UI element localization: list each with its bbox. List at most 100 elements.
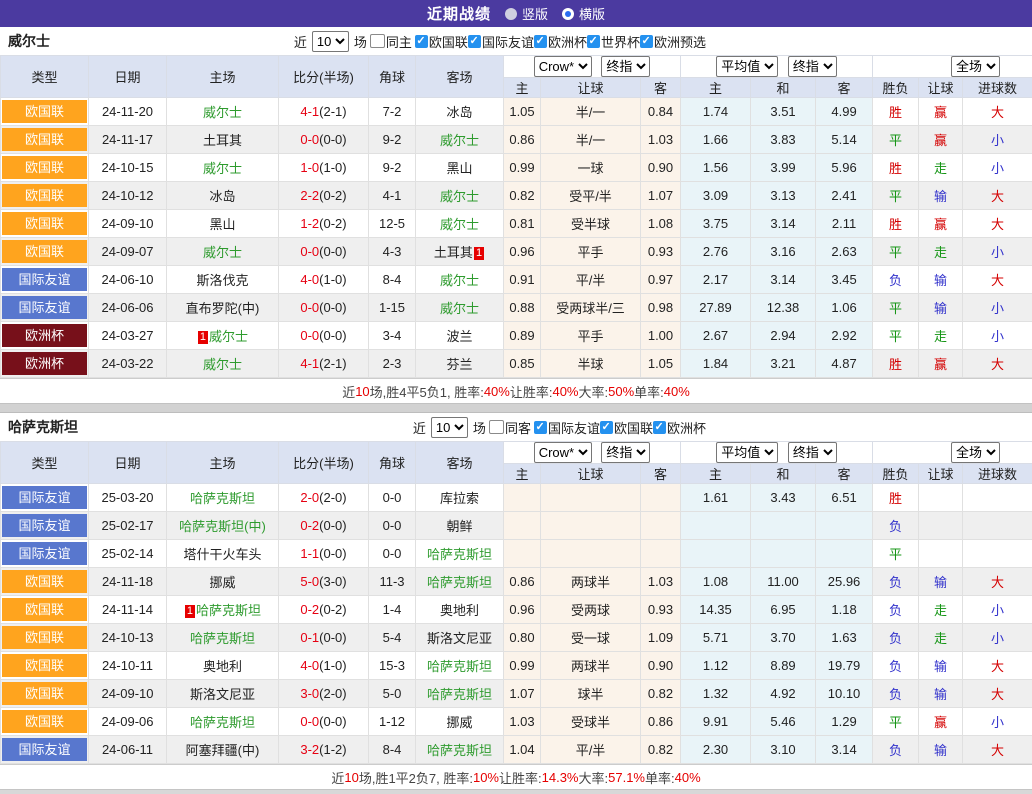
fulltime-score: 4-1 bbox=[300, 356, 319, 371]
radio-horizontal[interactable]: 横版 bbox=[562, 4, 605, 23]
league-badge: 欧国联 bbox=[2, 626, 87, 649]
avg-draw: 3.21 bbox=[751, 350, 816, 378]
avg-draw: 3.16 bbox=[751, 238, 816, 266]
col-avg-away: 客 bbox=[816, 464, 873, 484]
avg-away: 3.45 bbox=[816, 266, 873, 294]
checkbox-checked-icon[interactable] bbox=[415, 35, 428, 48]
league-filter-label: 世界杯 bbox=[601, 32, 640, 51]
radio-unselected-icon[interactable] bbox=[505, 8, 517, 20]
section-divider bbox=[0, 403, 1032, 413]
avg-draw: 2.94 bbox=[751, 322, 816, 350]
result-handicap: 赢 bbox=[919, 708, 963, 736]
home-team: 土耳其 bbox=[167, 126, 279, 154]
odds-home bbox=[504, 540, 541, 568]
checkbox-unchecked-icon[interactable] bbox=[489, 420, 504, 434]
match-date: 24-10-15 bbox=[89, 154, 167, 182]
match-date: 24-06-06 bbox=[89, 294, 167, 322]
same-venue-filter[interactable]: 同主 bbox=[370, 32, 412, 51]
avg-home: 3.09 bbox=[681, 182, 751, 210]
away-team: 奥地利 bbox=[416, 596, 504, 624]
home-team: 哈萨克斯坦 bbox=[167, 708, 279, 736]
home-team: 威尔士 bbox=[167, 350, 279, 378]
league-type-cell: 欧国联 bbox=[1, 154, 89, 182]
away-team: 朝鲜 bbox=[416, 512, 504, 540]
bookmaker-select[interactable]: Crow* bbox=[534, 442, 592, 463]
checkbox-checked-icon[interactable] bbox=[468, 35, 481, 48]
match-count-select[interactable]: 10 bbox=[431, 417, 468, 438]
checkbox-checked-icon[interactable] bbox=[534, 35, 547, 48]
home-team: 冰岛 bbox=[167, 182, 279, 210]
checkbox-checked-icon[interactable] bbox=[600, 421, 613, 434]
score-cell: 3-2(1-2) bbox=[279, 736, 369, 764]
result-wdl: 负 bbox=[873, 512, 919, 540]
avg-home: 2.67 bbox=[681, 322, 751, 350]
score-cell: 0-2(0-2) bbox=[279, 596, 369, 624]
match-row: 国际友谊24-06-06直布罗陀(中)0-0(0-0)1-15威尔士0.88受两… bbox=[1, 294, 1032, 322]
same-venue-filter[interactable]: 同客 bbox=[489, 418, 531, 437]
odds-handicap: 平/半 bbox=[541, 266, 641, 294]
radio-vertical[interactable]: 竖版 bbox=[505, 4, 548, 23]
result-goals-value: 大 bbox=[991, 575, 1004, 590]
odds-away: 0.86 bbox=[641, 708, 681, 736]
average-select[interactable]: 平均值 bbox=[716, 56, 778, 77]
league-filter-checkbox[interactable]: 欧洲杯 bbox=[534, 32, 587, 51]
away-team: 威尔士 bbox=[416, 294, 504, 322]
checkbox-checked-icon[interactable] bbox=[653, 421, 666, 434]
bookmaker-select[interactable]: Crow* bbox=[534, 56, 592, 77]
avg-away: 2.11 bbox=[816, 210, 873, 238]
avg-draw: 3.14 bbox=[751, 266, 816, 294]
halftime-score: (0-2) bbox=[319, 216, 346, 231]
home-team: 1哈萨克斯坦 bbox=[167, 596, 279, 624]
odds-home: 0.80 bbox=[504, 624, 541, 652]
match-count-select[interactable]: 10 bbox=[312, 31, 349, 52]
odds-stage-select[interactable]: 终指 bbox=[601, 442, 650, 463]
fulltime-score: 5-0 bbox=[300, 574, 319, 589]
corner-score: 4-3 bbox=[369, 238, 416, 266]
away-team: 哈萨克斯坦 bbox=[416, 652, 504, 680]
avg-home: 2.30 bbox=[681, 736, 751, 764]
score-cell: 4-0(1-0) bbox=[279, 266, 369, 294]
home-team: 斯洛伐克 bbox=[167, 266, 279, 294]
home-team-name: 土耳其 bbox=[203, 133, 242, 148]
unit-label: 场 bbox=[354, 32, 367, 51]
checkbox-checked-icon[interactable] bbox=[587, 35, 600, 48]
fulltime-select[interactable]: 全场 bbox=[951, 442, 1000, 463]
odds-handicap: 球半 bbox=[541, 680, 641, 708]
match-date: 25-02-17 bbox=[89, 512, 167, 540]
avg-stage-select[interactable]: 终指 bbox=[788, 56, 837, 77]
league-badge: 国际友谊 bbox=[2, 268, 87, 291]
avg-draw: 3.13 bbox=[751, 182, 816, 210]
league-filter-checkbox[interactable]: 欧洲杯 bbox=[653, 418, 706, 437]
league-filter-checkbox[interactable]: 欧洲预选 bbox=[640, 32, 706, 51]
average-select[interactable]: 平均值 bbox=[716, 442, 778, 463]
halftime-score: (1-0) bbox=[319, 160, 346, 175]
match-date: 24-09-07 bbox=[89, 238, 167, 266]
corner-score: 7-2 bbox=[369, 98, 416, 126]
checkbox-checked-icon[interactable] bbox=[640, 35, 653, 48]
league-filter-checkbox[interactable]: 国际友谊 bbox=[534, 418, 600, 437]
radio-selected-icon[interactable] bbox=[562, 8, 574, 20]
league-filter-checkbox[interactable]: 欧国联 bbox=[600, 418, 653, 437]
away-team: 冰岛 bbox=[416, 98, 504, 126]
checkbox-unchecked-icon[interactable] bbox=[370, 34, 385, 48]
result-goals-value: 大 bbox=[991, 687, 1004, 702]
away-team: 哈萨克斯坦 bbox=[416, 540, 504, 568]
fulltime-select[interactable]: 全场 bbox=[951, 56, 1000, 77]
away-team-name: 哈萨克斯坦 bbox=[427, 575, 492, 590]
league-filter-checkbox[interactable]: 世界杯 bbox=[587, 32, 640, 51]
league-filter-checkbox[interactable]: 欧国联 bbox=[415, 32, 468, 51]
home-team-name: 哈萨克斯坦 bbox=[190, 491, 255, 506]
league-filter-checkbox[interactable]: 国际友谊 bbox=[468, 32, 534, 51]
result-handicap-value: 输 bbox=[934, 659, 947, 674]
checkbox-checked-icon[interactable] bbox=[534, 421, 547, 434]
result-wdl: 负 bbox=[873, 624, 919, 652]
away-team: 挪威 bbox=[416, 708, 504, 736]
match-date: 24-03-27 bbox=[89, 322, 167, 350]
result-handicap-value: 输 bbox=[934, 743, 947, 758]
avg-stage-select[interactable]: 终指 bbox=[788, 442, 837, 463]
home-team: 哈萨克斯坦(中) bbox=[167, 512, 279, 540]
league-badge: 欧国联 bbox=[2, 156, 87, 179]
result-goals: 小 bbox=[963, 322, 1032, 350]
odds-stage-select[interactable]: 终指 bbox=[601, 56, 650, 77]
result-wdl-value: 胜 bbox=[889, 357, 902, 372]
